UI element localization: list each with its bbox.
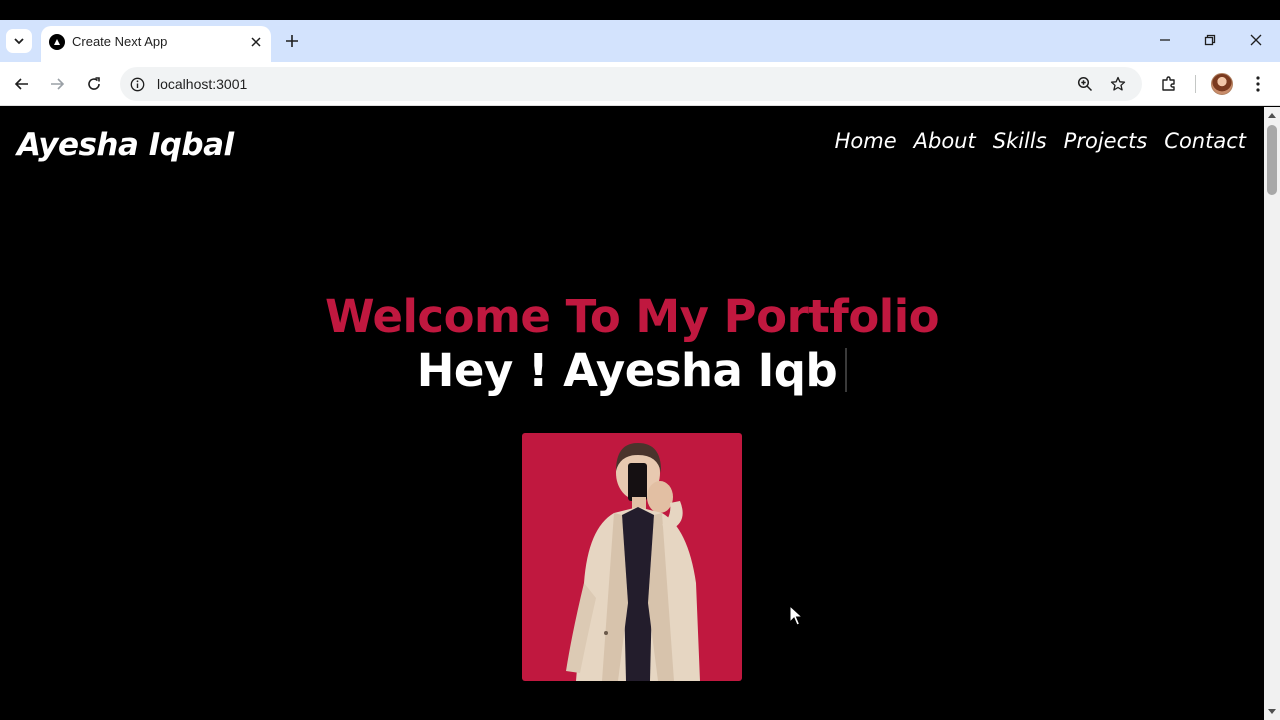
page-scrollbar[interactable]: [1264, 107, 1280, 720]
nextjs-logo-icon: [49, 34, 65, 50]
portfolio-page: Ayesha Iqbal Home About Skills Projects …: [0, 107, 1264, 720]
scroll-up-button[interactable]: [1264, 107, 1280, 123]
scroll-down-button[interactable]: [1264, 704, 1280, 720]
hero-typed-line: Hey ! Ayesha Iqb: [0, 344, 1264, 397]
close-icon: [1250, 34, 1262, 46]
star-icon: [1110, 76, 1126, 91]
site-info-button[interactable]: [125, 72, 149, 96]
minimize-button[interactable]: [1143, 24, 1187, 56]
hero-typed-text: Hey ! Ayesha Iqb: [416, 344, 838, 397]
reload-button[interactable]: [79, 69, 109, 99]
tab-close-button[interactable]: [246, 32, 266, 52]
tab-title: Create Next App: [72, 34, 168, 49]
close-window-button[interactable]: [1234, 24, 1278, 56]
extensions-button[interactable]: [1154, 69, 1184, 99]
nav-skills[interactable]: Skills: [993, 129, 1047, 153]
plus-icon: [286, 35, 298, 47]
main-nav: Home About Skills Projects Contact: [835, 129, 1246, 153]
browser-toolbar: localhost:3001: [0, 62, 1280, 106]
arrow-right-icon: [51, 78, 65, 90]
nav-contact[interactable]: Contact: [1164, 129, 1246, 153]
scrollbar-thumb[interactable]: [1267, 125, 1277, 195]
nav-home[interactable]: Home: [835, 129, 897, 153]
nav-about[interactable]: About: [914, 129, 976, 153]
arrow-left-icon: [14, 78, 28, 90]
address-bar[interactable]: localhost:3001: [120, 67, 1142, 101]
kebab-menu-icon: [1256, 76, 1260, 92]
close-icon: [251, 37, 261, 47]
site-brand[interactable]: Ayesha Iqbal: [17, 127, 234, 163]
profile-photo: [522, 433, 742, 681]
nav-projects[interactable]: Projects: [1064, 129, 1148, 153]
zoom-icon: [1077, 76, 1093, 92]
minimize-icon: [1160, 39, 1170, 41]
profile-avatar[interactable]: [1211, 73, 1233, 95]
puzzle-icon: [1162, 76, 1175, 91]
window-frame-top: [0, 0, 1280, 20]
mouse-cursor-icon: [789, 605, 803, 626]
triangle-down-icon: [1268, 709, 1276, 714]
typing-caret: [845, 348, 848, 392]
tab-bar: Create Next App: [0, 20, 1280, 62]
hero-title: Welcome To My Portfolio: [324, 290, 940, 343]
bookmark-button[interactable]: [1106, 72, 1130, 96]
browser-menu-button[interactable]: [1243, 69, 1273, 99]
forward-button[interactable]: [42, 69, 72, 99]
restore-button[interactable]: [1188, 24, 1232, 56]
back-button[interactable]: [7, 69, 37, 99]
restore-icon: [1204, 34, 1216, 46]
toolbar-divider: [1195, 75, 1196, 93]
info-icon: [130, 77, 144, 91]
browser-tab[interactable]: Create Next App: [41, 26, 271, 62]
triangle-up-icon: [1268, 113, 1276, 118]
chevron-down-icon: [14, 38, 24, 45]
reload-icon: [88, 77, 100, 90]
url-text[interactable]: localhost:3001: [157, 76, 247, 92]
zoom-button[interactable]: [1073, 72, 1097, 96]
new-tab-button[interactable]: [280, 29, 304, 53]
tab-search-button[interactable]: [6, 29, 32, 53]
